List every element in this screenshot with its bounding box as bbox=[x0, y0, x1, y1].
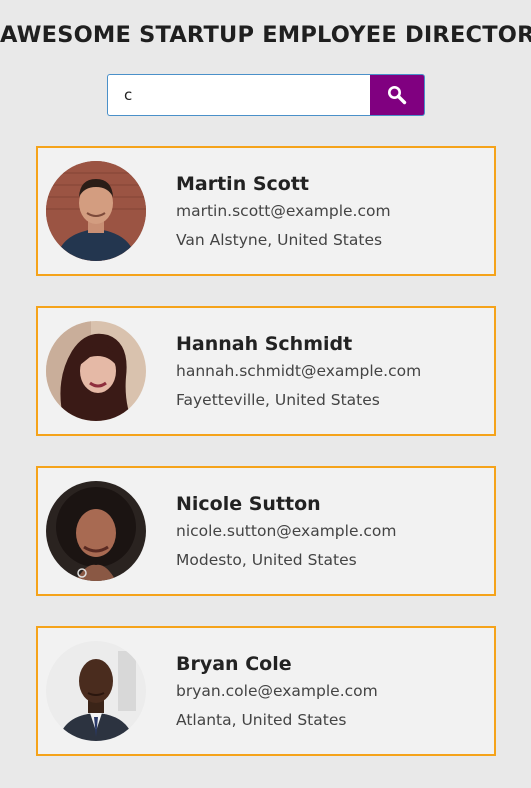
employee-card[interactable]: Bryan Cole bryan.cole@example.com Atlant… bbox=[36, 626, 496, 756]
employee-card[interactable]: Martin Scott martin.scott@example.com Va… bbox=[36, 146, 496, 276]
employee-location: Fayetteville, United States bbox=[176, 391, 380, 409]
employee-info: Martin Scott martin.scott@example.com Va… bbox=[176, 171, 391, 255]
employee-name: Bryan Cole bbox=[176, 653, 292, 675]
employee-name: Nicole Sutton bbox=[176, 493, 321, 515]
avatar bbox=[46, 481, 146, 581]
avatar bbox=[46, 641, 146, 741]
employee-location: Van Alstyne, United States bbox=[176, 231, 383, 249]
employee-list: Martin Scott martin.scott@example.com Va… bbox=[36, 146, 496, 786]
search-icon bbox=[388, 86, 407, 105]
avatar bbox=[46, 161, 146, 261]
employee-info: Hannah Schmidt hannah.schmidt@example.co… bbox=[176, 331, 421, 415]
search-bar bbox=[107, 74, 425, 116]
employee-email: martin.scott@example.com bbox=[176, 202, 391, 220]
employee-card[interactable]: Hannah Schmidt hannah.schmidt@example.co… bbox=[36, 306, 496, 436]
employee-name: Martin Scott bbox=[176, 173, 309, 195]
employee-card[interactable]: Nicole Sutton nicole.sutton@example.com … bbox=[36, 466, 496, 596]
employee-email: bryan.cole@example.com bbox=[176, 682, 378, 700]
employee-email: hannah.schmidt@example.com bbox=[176, 362, 422, 380]
search-input[interactable] bbox=[107, 74, 370, 116]
employee-info: Bryan Cole bryan.cole@example.com Atlant… bbox=[176, 651, 378, 735]
employee-name: Hannah Schmidt bbox=[176, 333, 353, 355]
employee-location: Modesto, United States bbox=[176, 551, 357, 569]
page: AWESOME STARTUP EMPLOYEE DIRECTORY c Mar… bbox=[0, 0, 531, 788]
employee-location: Atlanta, United States bbox=[176, 711, 347, 729]
search-button[interactable] bbox=[370, 74, 425, 116]
avatar bbox=[46, 321, 146, 421]
page-title: AWESOME STARTUP EMPLOYEE DIRECTORY bbox=[0, 22, 531, 48]
employee-email: nicole.sutton@example.com bbox=[176, 522, 397, 540]
employee-info: Nicole Sutton nicole.sutton@example.com … bbox=[176, 491, 397, 575]
